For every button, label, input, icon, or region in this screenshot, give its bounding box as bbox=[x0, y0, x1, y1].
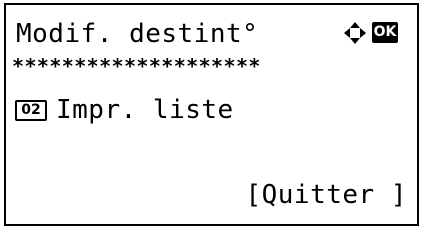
menu-item-number: 02 bbox=[15, 100, 47, 121]
menu-item-print-list[interactable]: Impr. liste bbox=[56, 95, 234, 125]
lcd-screen: Modif. destint° OK ******************** … bbox=[4, 3, 419, 226]
quit-button[interactable]: [Quitter ] bbox=[245, 180, 407, 210]
ok-key-icon: OK bbox=[372, 22, 398, 43]
four-way-arrow-icon bbox=[344, 22, 366, 44]
screen-title: Modif. destint° bbox=[16, 19, 259, 49]
title-divider: ******************** bbox=[12, 56, 261, 76]
